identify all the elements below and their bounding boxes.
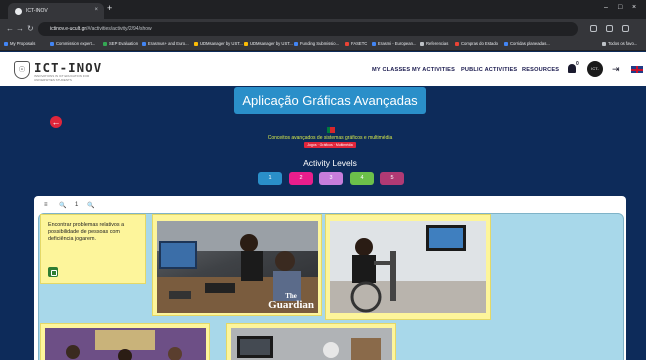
- bookmark-item[interactable]: Commission expert...: [50, 41, 95, 46]
- download-icon[interactable]: [606, 25, 613, 32]
- level-button-3[interactable]: 3: [319, 172, 343, 185]
- language-flag-icon[interactable]: [631, 66, 643, 73]
- photo-workstation: [231, 328, 392, 360]
- url-path: /#/activities/activity/2/94/show: [86, 26, 152, 32]
- tags-badge: Jogos · Gráficos · Multimédia: [304, 142, 356, 148]
- folder-icon: [602, 41, 606, 46]
- bookmark-item[interactable]: Referencias: [420, 41, 448, 46]
- folder-icon: [420, 41, 424, 46]
- tab-title: ICT-INOV: [26, 8, 48, 14]
- sticky-note[interactable]: Encontrar problemas relativos a possibil…: [40, 214, 146, 284]
- bookmark-icon: [455, 41, 459, 46]
- bookmark-icon: [244, 41, 248, 46]
- address-bar-row: ← → ↻ ictinov.e-ucult.gr/#/activities/ac…: [0, 19, 646, 39]
- photo-classroom: [45, 328, 206, 360]
- watermark-line-2: Guardian: [268, 299, 314, 311]
- photo-workstation-art: [231, 328, 392, 360]
- portugal-flag-icon: [327, 127, 335, 133]
- bookmark-icon: [294, 41, 298, 46]
- back-nav-button[interactable]: ←: [6, 24, 14, 33]
- extension-icon[interactable]: [590, 25, 597, 32]
- level-button-5[interactable]: 5: [380, 172, 404, 185]
- photo-classroom-art: [45, 328, 206, 360]
- nav-public-activities[interactable]: PUBLIC ACTIVITIES: [461, 67, 517, 73]
- back-button[interactable]: ←: [50, 116, 62, 128]
- bookmark-icon: [50, 41, 54, 46]
- bookmark-icon: [194, 41, 198, 46]
- profile-icon[interactable]: [622, 25, 629, 32]
- tab-close-icon[interactable]: ×: [94, 7, 98, 13]
- sticky-note-text: Encontrar problemas relativos a possibil…: [48, 222, 125, 242]
- bell-icon[interactable]: [568, 64, 576, 73]
- level-button-1[interactable]: 1: [258, 172, 282, 185]
- bookmark-item[interactable]: Funding Submissio...: [294, 41, 339, 46]
- close-window-button[interactable]: ×: [632, 4, 636, 11]
- guardian-watermark: The Guardian: [268, 292, 314, 311]
- bookmark-item[interactable]: UDMsanager by UST...: [244, 41, 293, 46]
- minimize-button[interactable]: –: [604, 4, 608, 11]
- activity-levels-title: Activity Levels: [303, 158, 357, 168]
- reload-button[interactable]: ↻: [27, 24, 34, 33]
- image-card[interactable]: The Guardian: [152, 214, 322, 316]
- browser-tab-bar: ICT-INOV × + – □ ×: [0, 0, 646, 19]
- bookmark-item[interactable]: Erasmus+ and Euro...: [142, 41, 189, 46]
- photo-wheelchair-vr: [330, 221, 486, 313]
- bookmark-icon: [504, 41, 508, 46]
- bookmark-icon: [142, 41, 146, 46]
- zoom-out-icon[interactable]: 🔍: [59, 202, 66, 209]
- maximize-button[interactable]: □: [618, 4, 622, 11]
- browser-tab[interactable]: ICT-INOV ×: [8, 3, 104, 19]
- bookmark-item[interactable]: Erasmi - European...: [372, 41, 416, 46]
- url-host: ictinov.e-ucult.gr: [50, 26, 87, 32]
- image-icon[interactable]: [48, 267, 58, 277]
- notification-count: 0: [576, 61, 579, 67]
- nav-my-activities[interactable]: MY ACTIVITIES: [412, 67, 455, 73]
- bookmark-item[interactable]: FASETC: [345, 41, 367, 46]
- zoom-in-icon[interactable]: 🔍: [87, 202, 94, 209]
- bookmark-item[interactable]: Corridas planeadas...: [504, 41, 550, 46]
- bookmark-item[interactable]: Compras do Estado: [455, 41, 498, 46]
- avatar[interactable]: ICT-INOV: [587, 61, 603, 87]
- menu-icon[interactable]: ≡: [44, 202, 48, 208]
- level-button-4[interactable]: 4: [350, 172, 374, 185]
- photo-wheelchair-vr-art: [330, 221, 486, 313]
- level-button-2[interactable]: 2: [289, 172, 313, 185]
- bookmark-item[interactable]: SEP Evaluation: [103, 41, 138, 46]
- logout-icon[interactable]: ⇥: [612, 64, 620, 75]
- bookmarks-bar: My Proposals Commission expert... SEP Ev…: [0, 39, 646, 51]
- bookmark-icon: [372, 41, 376, 46]
- logo-tagline: INNOVATIONS IN ICT EDUCATION FOR UNIVERS…: [34, 74, 90, 82]
- url-field[interactable]: ictinov.e-ucult.gr/#/activities/activity…: [38, 22, 578, 36]
- bookmark-icon: [4, 41, 8, 46]
- nav-resources[interactable]: RESOURCES: [522, 67, 559, 73]
- page-title: Aplicação Gráficas Avançadas: [234, 87, 426, 114]
- bookmark-item[interactable]: UDMsanager by UST...: [194, 41, 243, 46]
- image-card[interactable]: [226, 323, 396, 360]
- site-logo[interactable]: ICT-INOV: [34, 60, 102, 75]
- bookmark-item[interactable]: My Proposals: [4, 41, 35, 46]
- tab-favicon-icon: [15, 8, 22, 15]
- new-tab-button[interactable]: +: [107, 3, 112, 13]
- logo-emblem-icon: ☉: [14, 61, 30, 79]
- image-card[interactable]: [325, 214, 491, 320]
- bookmark-icon: [345, 41, 349, 46]
- forward-nav-button[interactable]: →: [16, 24, 24, 33]
- site-header: ☉ ICT-INOV INNOVATIONS IN ICT EDUCATION …: [0, 52, 646, 87]
- bookmark-icon: [103, 41, 107, 46]
- image-card[interactable]: [40, 323, 210, 360]
- nav-my-classes[interactable]: MY CLASSES: [372, 67, 410, 73]
- all-bookmarks[interactable]: Todos os favo...: [602, 41, 637, 46]
- activity-subtitle: Conceitos avançados de sistemas gráficos…: [267, 135, 393, 141]
- photo-gaming-setup: The Guardian: [157, 221, 318, 313]
- zoom-level: 1: [75, 202, 79, 208]
